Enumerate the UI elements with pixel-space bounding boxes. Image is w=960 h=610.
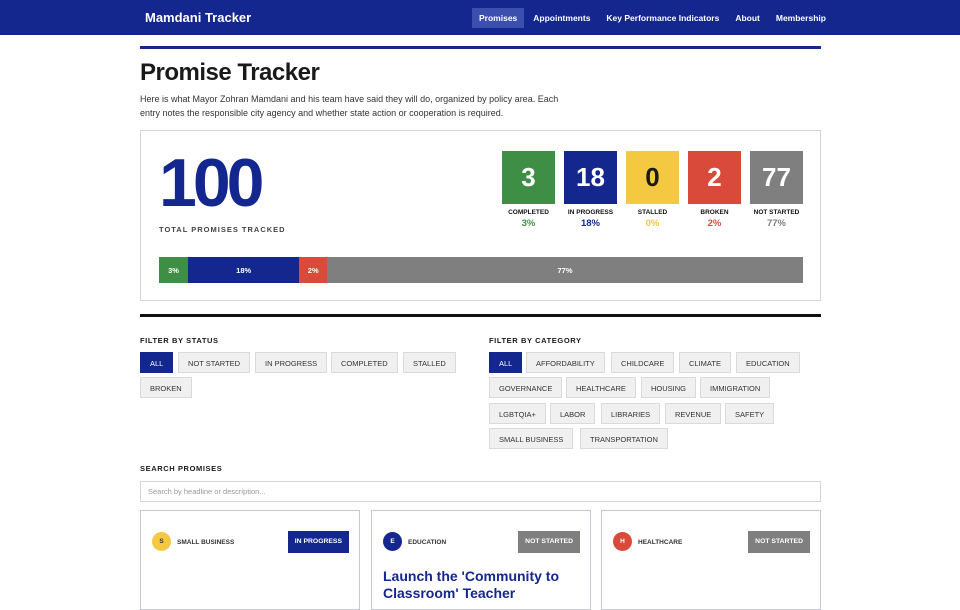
stat-broken[interactable]: 2 BROKEN 2% (688, 151, 741, 229)
title-divider (140, 46, 821, 49)
status-filter-all[interactable]: ALL (140, 352, 174, 373)
promise-card[interactable]: S SMALL BUSINESS IN PROGRESS (140, 510, 360, 610)
card-status-badge: NOT STARTED (518, 531, 580, 553)
status-filter-broken[interactable]: BROKEN (140, 377, 192, 398)
category-avatar: E (383, 532, 402, 551)
stat-broken-pct: 2% (707, 218, 722, 229)
card-headline[interactable]: Launch the 'Community to Classroom' Teac… (383, 568, 583, 602)
status-filter-title: FILTER BY STATUS (140, 336, 219, 345)
stat-stalled-label: STALLED (637, 209, 668, 216)
stat-completed-pct: 3% (521, 218, 536, 229)
bar-segment-broken: 2% (299, 257, 328, 283)
search-input[interactable] (140, 481, 821, 502)
category-filter-libraries[interactable]: LIBRARIES (601, 403, 661, 424)
page-intro: Here is what Mayor Zohran Mamdani and hi… (140, 94, 559, 118)
stat-completed-box: 3 (502, 151, 555, 204)
category-filter-revenue[interactable]: REVENUE (665, 403, 722, 424)
card-category: SMALL BUSINESS (177, 539, 235, 546)
page-title: Promise Tracker (140, 59, 320, 86)
stat-broken-box: 2 (688, 151, 741, 204)
promise-card[interactable]: E EDUCATION NOT STARTED Launch the 'Comm… (371, 510, 591, 610)
bar-segment-not-started: 77% (327, 257, 803, 283)
nav-about[interactable]: About (728, 8, 767, 28)
category-filter-education[interactable]: EDUCATION (736, 352, 800, 373)
stat-completed[interactable]: 3 COMPLETED 3% (502, 151, 555, 229)
stat-not-started-box: 77 (750, 151, 803, 204)
category-filter-healthcare[interactable]: HEALTHCARE (566, 377, 636, 398)
stat-not-started-label: NOT STARTED (753, 209, 800, 216)
bar-segment-in-progress: 18% (187, 257, 300, 283)
bar-segment-completed: 3% (159, 257, 188, 283)
stat-not-started[interactable]: 77 NOT STARTED 77% (750, 151, 803, 229)
category-avatar: S (152, 532, 171, 551)
summary-panel: 100 TOTAL PROMISES TRACKED 3 COMPLETED 3… (140, 130, 821, 301)
category-filter-small-business[interactable]: SMALL BUSINESS (489, 428, 574, 449)
status-filter-stalled[interactable]: STALLED (403, 352, 456, 373)
nav-appointments[interactable]: Appointments (526, 8, 597, 28)
stat-completed-label: COMPLETED (508, 209, 549, 216)
category-filter-title: FILTER BY CATEGORY (489, 336, 582, 345)
status-filter-not-started[interactable]: NOT STARTED (178, 352, 251, 373)
card-category: EDUCATION (408, 539, 447, 546)
nav-kpi[interactable]: Key Performance Indicators (599, 8, 726, 28)
stat-in-progress[interactable]: 18 IN PROGRESS 18% (564, 151, 617, 229)
main-nav: Promises Appointments Key Performance In… (472, 8, 835, 28)
category-filter-lgbtqia[interactable]: LGBTQIA+ (489, 403, 546, 424)
category-filter-all[interactable]: ALL (489, 352, 523, 373)
brand-logo[interactable]: Mamdani Tracker (145, 10, 251, 25)
card-status-badge: NOT STARTED (748, 531, 810, 553)
stat-in-progress-pct: 18% (580, 218, 600, 229)
stat-not-started-pct: 77% (766, 218, 786, 229)
category-filter-safety[interactable]: SAFETY (725, 403, 775, 424)
category-filter-immigration[interactable]: IMMIGRATION (700, 377, 771, 398)
category-filter-climate[interactable]: CLIMATE (679, 352, 731, 373)
category-avatar: H (613, 532, 632, 551)
stat-in-progress-box: 18 (564, 151, 617, 204)
status-filter-in-progress[interactable]: IN PROGRESS (255, 352, 328, 373)
category-filter-childcare[interactable]: CHILDCARE (611, 352, 675, 373)
nav-membership[interactable]: Membership (769, 8, 833, 28)
status-progress-bar: 3% 18% 2% 77% (159, 257, 803, 283)
category-filter-transportation[interactable]: TRANSPORTATION (580, 428, 668, 449)
status-filter-completed[interactable]: COMPLETED (331, 352, 398, 373)
category-filter-housing[interactable]: HOUSING (641, 377, 697, 398)
stat-in-progress-label: IN PROGRESS (567, 209, 614, 216)
search-title: SEARCH PROMISES (140, 464, 223, 473)
stat-stalled-pct: 0% (645, 218, 660, 229)
card-status-badge: IN PROGRESS (287, 531, 349, 553)
stat-stalled-box: 0 (626, 151, 679, 204)
total-label: TOTAL PROMISES TRACKED (159, 225, 286, 234)
total-count: 100 (159, 145, 264, 221)
section-divider (140, 314, 821, 317)
promise-card[interactable]: H HEALTHCARE NOT STARTED (601, 510, 821, 610)
nav-promises[interactable]: Promises (472, 8, 525, 28)
top-navbar: Mamdani Tracker Promises Appointments Ke… (0, 0, 960, 35)
category-filter-governance[interactable]: GOVERNANCE (489, 377, 563, 398)
category-filter-labor[interactable]: LABOR (550, 403, 596, 424)
stat-stalled[interactable]: 0 STALLED 0% (626, 151, 679, 229)
category-filter-affordability[interactable]: AFFORDABILITY (526, 352, 605, 373)
card-category: HEALTHCARE (638, 539, 683, 546)
stat-broken-label: BROKEN (700, 209, 729, 216)
